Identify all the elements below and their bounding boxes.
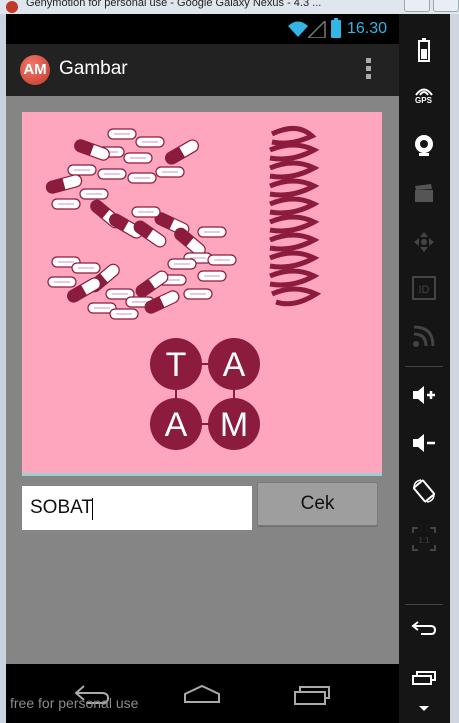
host-window-frame	[450, 14, 459, 723]
action-bar: AM Gambar	[6, 44, 399, 96]
battery-icon[interactable]	[399, 38, 448, 62]
scale-icon[interactable]: 1:1	[399, 526, 448, 552]
gps-icon[interactable]: GPS	[399, 86, 448, 105]
main-content: T A A M Cek	[6, 96, 399, 664]
home-icon[interactable]	[399, 704, 448, 712]
host-title-bar: Genymotion for personal use - Google Gal…	[0, 0, 459, 14]
rss-icon[interactable]	[399, 324, 448, 348]
overflow-menu-icon[interactable]	[362, 58, 374, 84]
logo-letter: T	[166, 346, 187, 384]
genymotion-sidebar: GPS ID 1:1	[399, 14, 459, 723]
navigation-bar: free for personal use	[6, 664, 399, 723]
rotate-icon[interactable]	[399, 478, 448, 504]
wifi-icon	[288, 21, 308, 37]
host-minimize-button[interactable]	[404, 0, 430, 12]
logo-letter: M	[220, 406, 248, 444]
android-screen: 16.30 AM Gambar T A A M SOBAT Cek free f…	[6, 14, 399, 723]
app-title: Gambar	[59, 58, 128, 79]
name-input[interactable]	[22, 486, 252, 530]
battery-icon	[331, 18, 341, 38]
pharmacy-logo-image: T A A M	[22, 112, 382, 476]
scale-label: 1:1	[418, 536, 430, 545]
logo-letter: A	[165, 406, 188, 444]
menu-icon[interactable]	[399, 670, 448, 686]
back-icon[interactable]	[399, 620, 448, 636]
watermark-text: free for personal use	[10, 695, 139, 711]
status-time: 16.30	[347, 20, 388, 37]
host-window-title: Genymotion for personal use - Google Gal…	[26, 0, 322, 9]
video-capture-icon[interactable]	[399, 182, 448, 204]
genymotion-logo-icon	[6, 1, 18, 13]
cell-signal-icon	[308, 21, 326, 38]
app-icon[interactable]: AM	[20, 55, 50, 85]
logo-letter: A	[223, 346, 246, 384]
webcam-icon[interactable]	[399, 134, 448, 156]
dpad-icon[interactable]	[399, 230, 448, 254]
volume-up-icon[interactable]	[399, 384, 448, 406]
text-caret	[92, 498, 93, 520]
home-icon[interactable]	[182, 682, 222, 706]
status-bar: 16.30	[6, 14, 399, 44]
recent-apps-icon[interactable]	[292, 682, 332, 706]
device-id-icon[interactable]: ID	[399, 276, 448, 300]
cek-button[interactable]: Cek	[257, 482, 378, 526]
host-maximize-button[interactable]	[433, 0, 459, 12]
device-id-label: ID	[418, 284, 429, 296]
volume-down-icon[interactable]	[399, 432, 448, 454]
gps-label: GPS	[415, 96, 432, 105]
